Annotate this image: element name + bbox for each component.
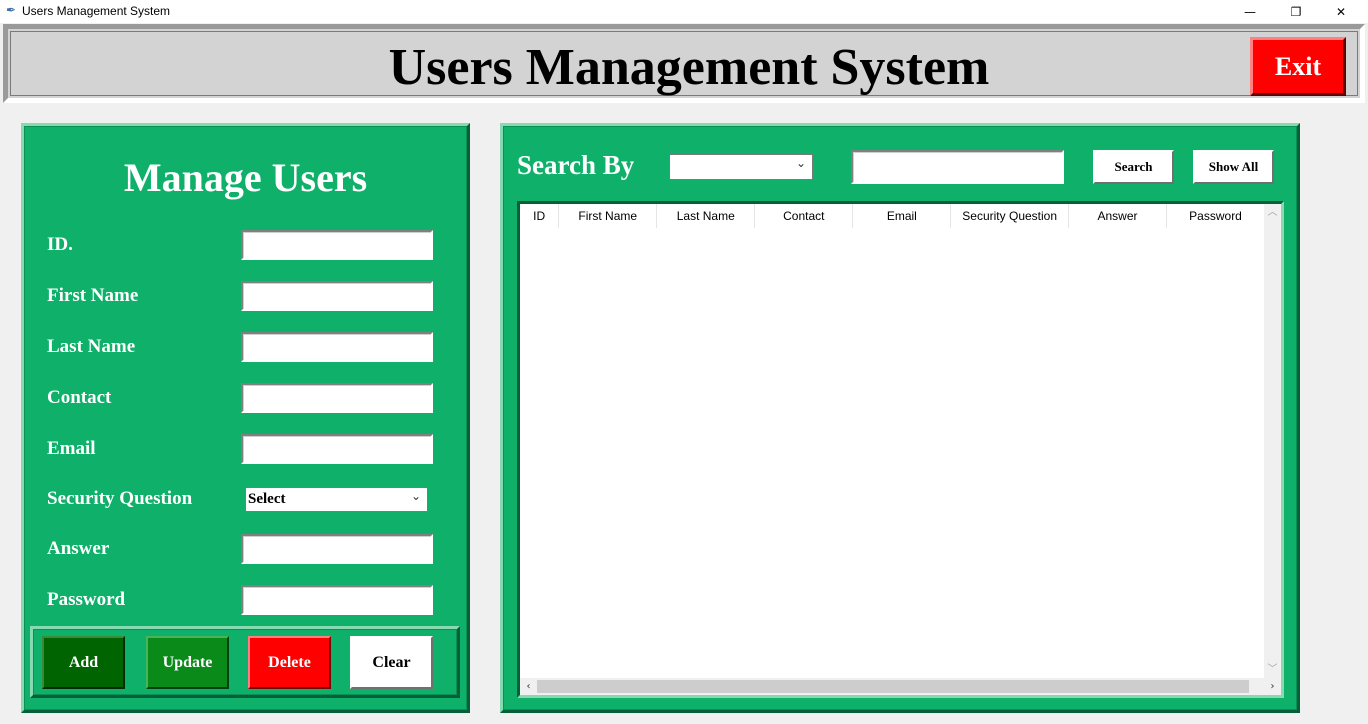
search-by-select[interactable]: ⌄ <box>669 154 813 180</box>
close-button[interactable]: ✕ <box>1318 0 1364 23</box>
column-header-first-name[interactable]: First Name <box>559 204 658 228</box>
search-by-label: Search By <box>517 150 635 180</box>
email-input[interactable] <box>241 434 433 464</box>
window-titlebar: ✒ Users Management System — ❐ ✕ <box>0 0 1368 23</box>
update-button[interactable]: Update <box>146 636 229 689</box>
password-label: Password <box>47 589 126 610</box>
security-question-label: Security Question <box>47 488 193 509</box>
id-input[interactable] <box>241 230 433 260</box>
chevron-down-icon: ⌄ <box>795 156 806 170</box>
last-name-label: Last Name <box>47 336 136 357</box>
minimize-button[interactable]: — <box>1227 0 1273 23</box>
id-label: ID. <box>47 234 73 255</box>
answer-input[interactable] <box>241 534 433 564</box>
last-name-input[interactable] <box>241 332 433 362</box>
answer-label: Answer <box>47 538 110 559</box>
password-input[interactable] <box>241 585 433 615</box>
column-header-contact[interactable]: Contact <box>755 204 854 228</box>
column-header-id[interactable]: ID <box>520 204 560 228</box>
column-header-password[interactable]: Password <box>1167 204 1266 228</box>
manage-users-panel: Manage Users ID. First Name Last Name Co… <box>21 123 470 713</box>
scroll-down-icon[interactable]: ﹀ <box>1264 661 1281 678</box>
column-header-last-name[interactable]: Last Name <box>657 204 756 228</box>
scroll-left-icon[interactable]: ‹ <box>520 678 537 695</box>
first-name-input[interactable] <box>241 281 433 311</box>
security-question-select[interactable]: Select ⌄ <box>245 487 428 512</box>
search-input[interactable] <box>851 150 1064 184</box>
panel-inner-border <box>24 126 467 710</box>
add-button[interactable]: Add <box>42 636 125 689</box>
contact-label: Contact <box>47 387 112 408</box>
column-header-security-question[interactable]: Security Question <box>951 204 1069 228</box>
action-button-bar: Add Update Delete Clear <box>30 626 460 698</box>
first-name-label: First Name <box>47 285 139 306</box>
scroll-right-icon[interactable]: › <box>1264 678 1281 695</box>
delete-button[interactable]: Delete <box>248 636 331 689</box>
show-all-button[interactable]: Show All <box>1193 150 1274 184</box>
clear-button[interactable]: Clear <box>350 636 433 689</box>
scroll-up-icon[interactable]: ︿ <box>1264 204 1281 221</box>
window-title: Users Management System <box>22 4 171 18</box>
table-header: ID First Name Last Name Contact Email Se… <box>520 204 1266 228</box>
email-label: Email <box>47 438 96 459</box>
search-button[interactable]: Search <box>1093 150 1174 184</box>
horizontal-scrollbar[interactable]: ‹ › <box>520 678 1281 695</box>
page-title: Users Management System <box>388 39 990 96</box>
column-header-answer[interactable]: Answer <box>1069 204 1167 228</box>
chevron-down-icon: ⌄ <box>410 489 421 503</box>
horizontal-scroll-thumb[interactable] <box>537 680 1249 693</box>
restore-button[interactable]: ❐ <box>1273 0 1319 23</box>
vertical-scrollbar[interactable]: ︿ ﹀ <box>1264 204 1281 678</box>
column-header-email[interactable]: Email <box>853 204 952 228</box>
search-results-panel: Search By ⌄ Search Show All ID First Nam… <box>500 123 1300 713</box>
users-table[interactable]: ID First Name Last Name Contact Email Se… <box>517 201 1284 698</box>
contact-input[interactable] <box>241 383 433 413</box>
header-bar: Users Management System Exit <box>3 24 1365 103</box>
security-question-value: Select <box>248 491 286 507</box>
manage-users-title: Manage Users <box>123 155 368 200</box>
exit-button[interactable]: Exit <box>1250 37 1346 96</box>
feather-icon: ✒ <box>6 3 17 17</box>
